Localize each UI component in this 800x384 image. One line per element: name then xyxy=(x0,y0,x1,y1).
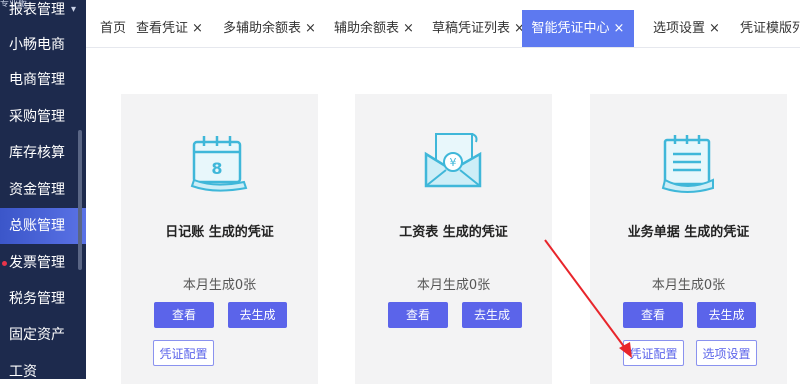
tab-label: 智能凭证中心 xyxy=(531,21,610,36)
option-settings-button[interactable]: 选项设置 xyxy=(696,340,757,366)
tab-smart-voucher-center[interactable]: 智能凭证中心 × xyxy=(522,10,634,47)
close-icon[interactable]: × xyxy=(403,21,414,36)
calendar-icon: 8 xyxy=(190,136,248,192)
close-icon[interactable]: × xyxy=(192,21,203,36)
svg-text:8: 8 xyxy=(211,159,222,178)
sidebar-item-label: 发票管理 xyxy=(9,255,65,271)
tab-bar: 首页 查看凭证 × 多辅助余额表 × 辅助余额表 × 草稿凭证列表 × 智能凭证中心 × … xyxy=(86,10,800,48)
tab-multi-aux-balance[interactable]: 多辅助余额表 × xyxy=(223,10,316,47)
close-icon[interactable]: × xyxy=(305,21,316,36)
view-button[interactable]: 查看 xyxy=(388,302,448,328)
tab-option-settings[interactable]: 选项设置 × xyxy=(653,10,720,47)
close-icon[interactable]: × xyxy=(614,21,625,36)
view-button[interactable]: 查看 xyxy=(154,302,214,328)
sidebar-item-purchase[interactable]: 采购管理 xyxy=(0,99,86,135)
monthly-count: 本月生成0张 xyxy=(651,278,726,293)
generate-button[interactable]: 去生成 xyxy=(462,302,522,328)
sidebar-item-label: 报表管理 xyxy=(9,2,65,18)
sidebar: 专业版 报表管理 ▾ 小畅电商 电商管理 采购管理 库存核算 资金管理 总账管理… xyxy=(0,0,86,379)
voucher-config-button[interactable]: 凭证配置 xyxy=(153,340,214,366)
sidebar-item-label: 总账管理 xyxy=(9,218,65,234)
card-title: 业务单据 生成的凭证 xyxy=(627,225,750,240)
sidebar-item-ecommerce-lite[interactable]: 小畅电商 xyxy=(0,27,86,63)
sidebar-item-label: 库存核算 xyxy=(9,145,65,161)
generate-button[interactable]: 去生成 xyxy=(228,302,287,328)
tab-label: 草稿凭证列表 xyxy=(432,21,511,36)
sidebar-item-label: 工资 xyxy=(9,364,37,379)
card-journal-vouchers: 8 日记账 生成的凭证 本月生成0张 查看 去生成 凭证配置 xyxy=(121,94,318,384)
sidebar-item-tax[interactable]: 税务管理 xyxy=(0,281,86,317)
card-business-document-vouchers: 业务单据 生成的凭证 本月生成0张 查看 去生成 凭证配置 选项设置 xyxy=(590,94,787,384)
document-icon xyxy=(661,135,714,193)
card-payroll-vouchers: ¥ 工资表 生成的凭证 本月生成0张 查看 去生成 xyxy=(355,94,552,384)
sidebar-item-label: 小畅电商 xyxy=(9,37,65,53)
sidebar-item-general-ledger[interactable]: 总账管理 xyxy=(0,208,86,244)
sidebar-item-ecommerce[interactable]: 电商管理 xyxy=(0,62,86,98)
svg-text:¥: ¥ xyxy=(450,156,457,169)
card-title: 工资表 生成的凭证 xyxy=(399,225,508,240)
tab-home[interactable]: 首页 xyxy=(100,10,126,47)
sidebar-item-reports[interactable]: 报表管理 ▾ xyxy=(0,0,86,28)
sidebar-item-fixed-assets[interactable]: 固定资产 xyxy=(0,317,86,353)
sidebar-item-label: 税务管理 xyxy=(9,291,65,307)
tab-draft-voucher-list[interactable]: 草稿凭证列表 × xyxy=(432,10,525,47)
sidebar-item-label: 电商管理 xyxy=(9,72,65,88)
card-title: 日记账 生成的凭证 xyxy=(165,225,274,240)
generate-button[interactable]: 去生成 xyxy=(697,302,756,328)
tab-label: 选项设置 xyxy=(653,21,706,36)
sidebar-item-inventory[interactable]: 库存核算 xyxy=(0,135,86,171)
sidebar-item-label: 采购管理 xyxy=(9,109,65,125)
sidebar-item-invoices[interactable]: 发票管理 xyxy=(0,245,86,281)
tab-label: 查看凭证 xyxy=(136,21,189,36)
sidebar-scrollbar[interactable] xyxy=(78,130,82,270)
sidebar-item-label: 固定资产 xyxy=(9,327,65,343)
tab-aux-balance[interactable]: 辅助余额表 × xyxy=(334,10,414,47)
sidebar-item-label: 资金管理 xyxy=(9,182,65,198)
close-icon[interactable]: × xyxy=(709,21,720,36)
tab-label: 首页 xyxy=(100,21,127,36)
tab-voucher-templates[interactable]: 凭证模版列 xyxy=(740,10,800,47)
tab-label: 辅助余额表 xyxy=(334,21,400,36)
tab-label: 凭证模版列 xyxy=(740,21,800,36)
view-button[interactable]: 查看 xyxy=(623,302,683,328)
sidebar-item-payroll[interactable]: 工资 xyxy=(0,354,86,379)
chevron-down-icon: ▾ xyxy=(70,4,76,15)
tab-label: 多辅助余额表 xyxy=(223,21,302,36)
sidebar-item-funds[interactable]: 资金管理 xyxy=(0,172,86,208)
monthly-count: 本月生成0张 xyxy=(416,278,491,293)
tab-view-voucher[interactable]: 查看凭证 × xyxy=(136,10,203,47)
voucher-config-button[interactable]: 凭证配置 xyxy=(623,340,684,366)
notification-dot-icon xyxy=(2,261,7,266)
salary-envelope-icon: ¥ xyxy=(424,133,482,188)
monthly-count: 本月生成0张 xyxy=(182,278,257,293)
